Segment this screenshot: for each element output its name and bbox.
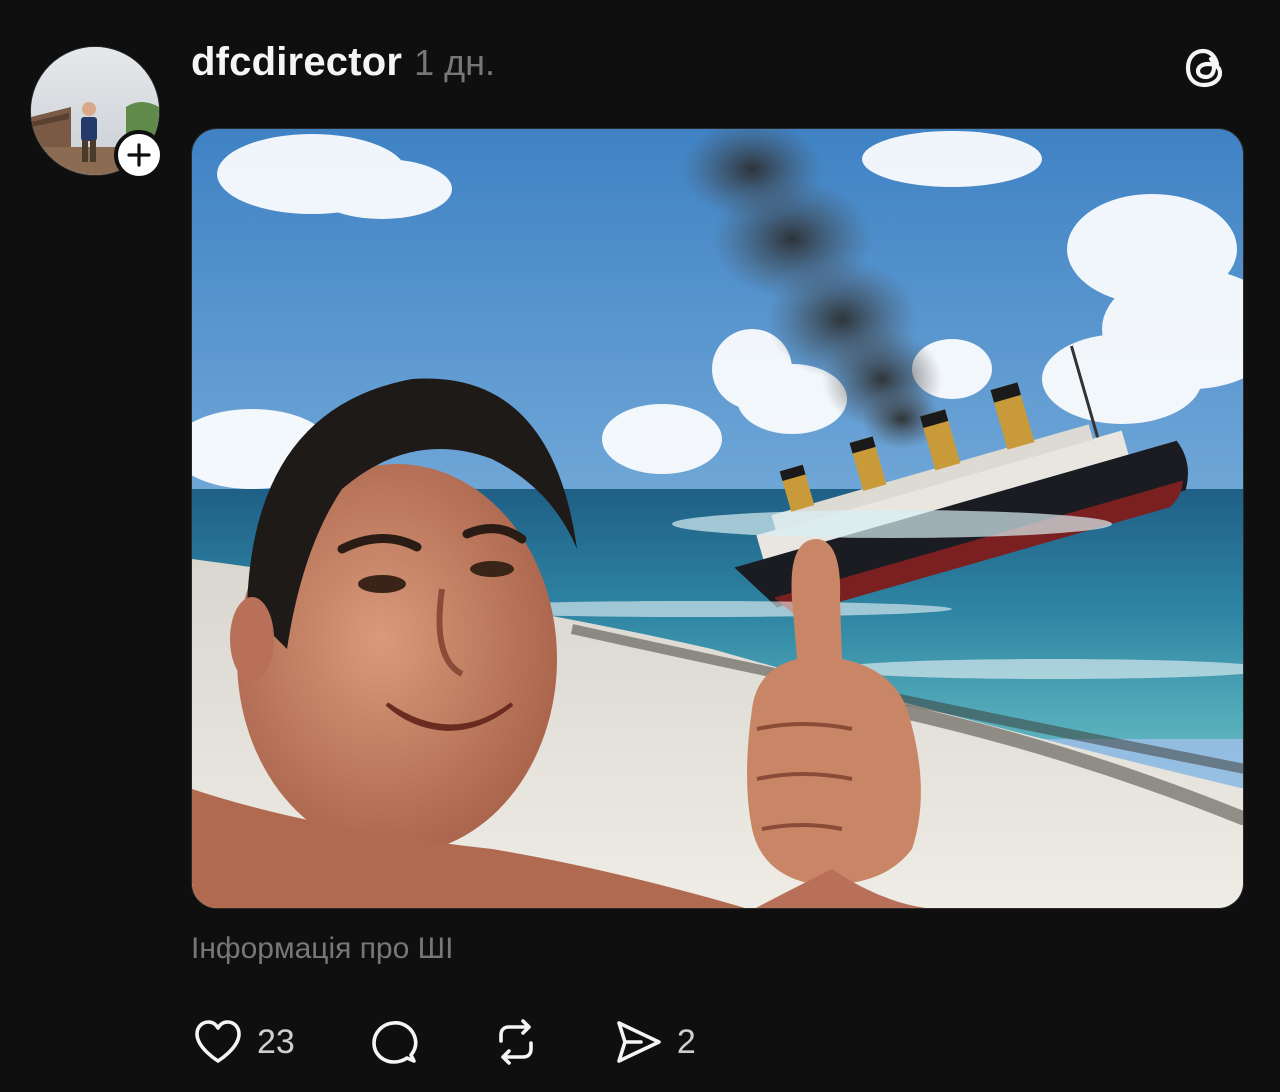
post-photo — [192, 129, 1243, 908]
post-timestamp: 1 дн. — [414, 42, 496, 83]
post-image[interactable] — [191, 128, 1244, 909]
ai-info-link[interactable]: Інформація про ШІ — [191, 932, 453, 966]
like-count: 23 — [257, 1022, 295, 1061]
share-button[interactable]: 2 — [611, 1015, 696, 1069]
author-avatar-wrap[interactable] — [30, 46, 164, 180]
heart-icon — [195, 1020, 241, 1063]
comment-button[interactable] — [367, 1015, 421, 1069]
post-header: dfcdirector 1 дн. — [191, 40, 495, 96]
like-button[interactable]: 23 — [191, 1015, 295, 1069]
author-username[interactable]: dfcdirector — [191, 40, 402, 85]
post-actions: 23 2 — [191, 1012, 696, 1072]
share-count: 2 — [676, 1022, 696, 1061]
share-icon — [617, 1021, 661, 1063]
repost-icon — [499, 1019, 533, 1065]
comment-icon — [372, 1021, 418, 1064]
follow-button[interactable] — [114, 130, 164, 180]
repost-button[interactable] — [489, 1015, 543, 1069]
plus-icon — [127, 143, 151, 167]
threads-logo-icon[interactable] — [1180, 42, 1232, 94]
